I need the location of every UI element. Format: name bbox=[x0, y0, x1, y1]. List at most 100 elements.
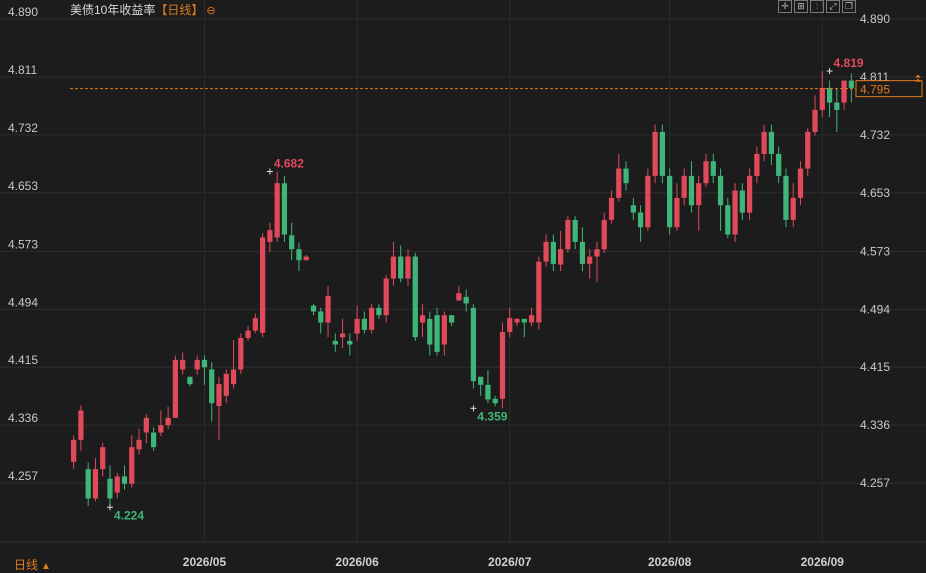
candle bbox=[318, 307, 324, 334]
candle-body bbox=[696, 183, 702, 206]
candle-body bbox=[369, 307, 375, 330]
grid-icon[interactable]: ⊞ bbox=[794, 0, 808, 13]
candle-body bbox=[746, 175, 753, 213]
period-footer-label: 日线 bbox=[14, 558, 39, 572]
candle-body bbox=[456, 293, 462, 301]
candle-body bbox=[85, 469, 91, 499]
y-tick-label-left: 4.573 bbox=[8, 237, 38, 251]
last-value-label: 4.795 bbox=[860, 83, 890, 97]
candle bbox=[594, 241, 600, 283]
candle-body bbox=[572, 219, 578, 242]
candle bbox=[238, 333, 244, 374]
x-tick-label: 2026/08 bbox=[648, 555, 692, 569]
candle bbox=[412, 252, 418, 341]
candle bbox=[92, 458, 99, 502]
candle bbox=[492, 395, 498, 407]
candle bbox=[550, 234, 556, 272]
candle bbox=[717, 168, 724, 231]
candle bbox=[725, 197, 731, 239]
candle-body bbox=[107, 478, 113, 499]
candle bbox=[107, 465, 113, 508]
candle bbox=[390, 241, 397, 286]
candle bbox=[819, 71, 825, 118]
candle-body bbox=[565, 219, 571, 250]
candle bbox=[274, 171, 280, 242]
candle bbox=[310, 304, 317, 316]
candle bbox=[230, 340, 237, 389]
candle bbox=[732, 183, 738, 242]
candle-body bbox=[637, 212, 644, 228]
candle-body bbox=[245, 330, 251, 338]
candle-body bbox=[514, 318, 520, 323]
triangle-up-icon: ▲ bbox=[41, 561, 51, 572]
period-selector[interactable]: 【日线】 bbox=[155, 3, 203, 17]
candle-body bbox=[528, 315, 535, 323]
candle bbox=[121, 465, 128, 490]
candle bbox=[739, 183, 745, 220]
candle bbox=[158, 410, 164, 437]
candle-body bbox=[114, 476, 120, 493]
candle bbox=[783, 168, 789, 228]
chart-toolbar: ✛ ⊞ ⫶ ⤢ ❐ bbox=[778, 0, 856, 13]
candle bbox=[601, 212, 607, 253]
candle-body bbox=[485, 384, 491, 400]
candle-body bbox=[412, 256, 418, 338]
candle-body bbox=[441, 315, 447, 345]
bar-chart-icon[interactable]: ⫶ bbox=[810, 0, 824, 13]
candle bbox=[129, 435, 135, 488]
candle-body bbox=[521, 318, 527, 323]
candle-body bbox=[92, 469, 99, 499]
candle bbox=[441, 311, 447, 356]
candle-body bbox=[390, 256, 397, 279]
candle-body bbox=[252, 318, 258, 331]
candle bbox=[259, 233, 266, 338]
candle-body bbox=[659, 131, 666, 176]
candle-body bbox=[121, 476, 128, 484]
candle bbox=[572, 216, 578, 250]
candle-body bbox=[616, 168, 622, 198]
candle bbox=[470, 304, 477, 389]
candle-body bbox=[645, 175, 651, 228]
candle-body bbox=[848, 80, 854, 88]
x-tick-label: 2026/06 bbox=[335, 555, 379, 569]
expand-icon[interactable]: ⤢ bbox=[826, 0, 840, 13]
candle bbox=[761, 124, 767, 162]
candle-body bbox=[332, 340, 338, 345]
circle-minus-icon[interactable]: ⊖ bbox=[206, 5, 215, 17]
candle-body bbox=[630, 205, 636, 213]
y-tick-label-left: 4.890 bbox=[8, 5, 38, 19]
candle-body bbox=[826, 87, 833, 103]
candle-body bbox=[78, 410, 84, 440]
candle-body bbox=[281, 183, 288, 235]
candle bbox=[616, 153, 622, 202]
candle-body bbox=[274, 183, 280, 238]
candle-body bbox=[579, 241, 586, 264]
candle bbox=[369, 304, 375, 334]
candlestick-chart[interactable]: 4.890 4.8904.811 4.8114.732 4.7324.653 4.653… bbox=[0, 0, 926, 573]
candle bbox=[303, 255, 309, 261]
candle-body bbox=[681, 175, 687, 198]
period-footer[interactable]: 日线 ▲ bbox=[14, 556, 51, 573]
candle-body bbox=[194, 359, 200, 370]
candle-body bbox=[536, 261, 542, 323]
y-tick-label-left: 4.811 bbox=[8, 63, 37, 77]
candle-body bbox=[398, 256, 404, 279]
window-icon[interactable]: ❐ bbox=[842, 0, 856, 13]
candle-body bbox=[834, 102, 840, 110]
candle-body bbox=[383, 278, 389, 316]
candle-body bbox=[725, 205, 731, 235]
crosshair-icon[interactable]: ✛ bbox=[778, 0, 792, 13]
candle-body bbox=[230, 369, 237, 385]
candle-body bbox=[427, 318, 433, 345]
candle-body bbox=[463, 296, 469, 304]
candle bbox=[826, 80, 833, 118]
candle bbox=[558, 230, 564, 272]
candle-body bbox=[797, 168, 804, 198]
candle-body bbox=[732, 190, 738, 235]
candle bbox=[630, 197, 636, 220]
candle bbox=[703, 153, 709, 187]
candle bbox=[463, 289, 469, 312]
candle bbox=[623, 161, 629, 191]
candle bbox=[281, 175, 288, 242]
candle bbox=[681, 168, 687, 206]
